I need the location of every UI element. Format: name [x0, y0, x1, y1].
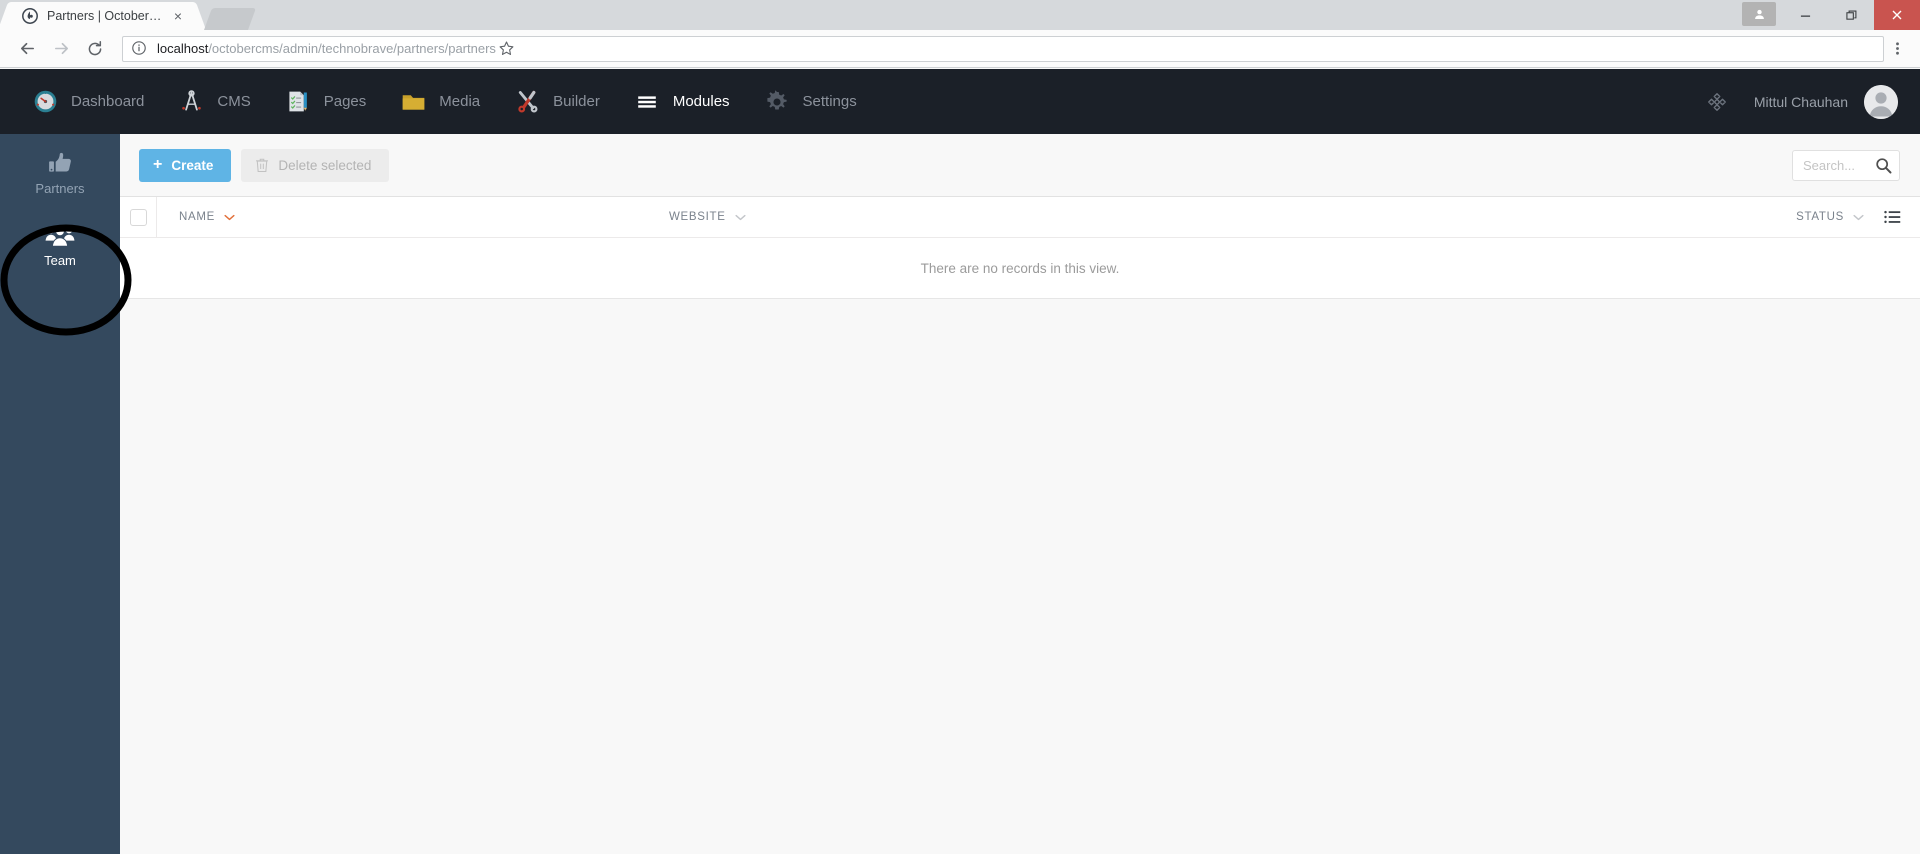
records-table: NAME WEBSITE STATUS There are no records… [120, 196, 1920, 299]
column-header-name[interactable]: NAME [157, 197, 669, 238]
browser-menu-icon[interactable] [1884, 36, 1910, 62]
nav-item-settings-label: Settings [802, 93, 857, 110]
main-menu: Dashboard CMS Pages Media Builder Module… [0, 69, 873, 134]
gear-icon [762, 87, 792, 117]
empty-state-message: There are no records in this view. [920, 260, 1120, 276]
address-bar-url: localhost/octobercms/admin/technobrave/p… [157, 41, 496, 56]
site-info-icon[interactable] [131, 40, 149, 58]
folder-icon [398, 87, 428, 117]
browser-tab-bar: Partners | OctoberCMS × [0, 0, 1920, 30]
select-all-cell[interactable] [120, 196, 157, 238]
browser-profile-icon[interactable] [1742, 2, 1776, 26]
empty-state-row: There are no records in this view. [120, 238, 1920, 299]
window-minimize-button[interactable] [1782, 0, 1828, 30]
nav-item-modules[interactable]: Modules [616, 69, 746, 134]
create-button-label: Create [171, 157, 214, 173]
reload-icon[interactable] [78, 32, 112, 66]
trash-icon [255, 157, 269, 173]
chevron-down-icon [224, 214, 235, 221]
list-toolbar: + Create Delete selected [120, 134, 1920, 197]
nav-item-media-label: Media [439, 93, 481, 110]
hamburger-icon [632, 87, 662, 117]
chevron-down-icon [735, 214, 746, 221]
nav-item-settings[interactable]: Settings [746, 69, 873, 134]
new-tab-button[interactable] [203, 8, 257, 30]
search-input[interactable] [1803, 157, 1874, 173]
nav-item-builder[interactable]: Builder [496, 69, 616, 134]
group-people-icon [45, 218, 75, 248]
sidebar-item-team-label: Team [44, 252, 76, 268]
nav-item-cms[interactable]: CMS [160, 69, 266, 134]
topnav-right-group: Mittul Chauhan [1704, 84, 1920, 119]
topnav-username: Mittul Chauhan [1753, 93, 1848, 110]
column-header-status[interactable]: STATUS [1796, 197, 1864, 238]
column-header-name-label: NAME [179, 211, 216, 223]
tools-icon [512, 87, 542, 117]
nav-item-pages-label: Pages [323, 93, 367, 110]
window-maximize-button[interactable] [1828, 0, 1874, 30]
bookmark-star-icon[interactable] [496, 38, 518, 60]
column-settings-icon[interactable] [1864, 210, 1920, 224]
speedometer-icon [30, 87, 60, 117]
sidebar-item-partners[interactable]: Partners [0, 134, 120, 206]
nav-item-dashboard-label: Dashboard [71, 93, 145, 110]
delete-selected-button[interactable]: Delete selected [241, 148, 390, 182]
address-bar[interactable]: localhost/octobercms/admin/technobrave/p… [122, 35, 1884, 62]
user-avatar[interactable] [1864, 84, 1898, 119]
thumbs-up-icon [47, 146, 74, 176]
select-all-checkbox[interactable] [129, 208, 147, 226]
nav-item-builder-label: Builder [553, 93, 600, 110]
close-icon[interactable]: × [170, 8, 186, 24]
window-controls [1742, 0, 1920, 30]
address-path: /octobercms/admin/technobrave/partners/p… [208, 41, 496, 56]
column-header-status-label: STATUS [1796, 211, 1844, 223]
nav-item-dashboard[interactable]: Dashboard [14, 69, 160, 134]
nav-item-pages[interactable]: Pages [267, 69, 383, 134]
browser-tab[interactable]: Partners | OctoberCMS × [10, 2, 194, 30]
document-pencil-icon [283, 87, 313, 117]
address-host: localhost [157, 41, 209, 56]
nav-item-cms-label: CMS [217, 93, 251, 110]
sidebar-item-team[interactable]: Team [0, 206, 120, 278]
column-header-website[interactable]: WEBSITE [669, 197, 1759, 238]
forward-icon [44, 32, 78, 66]
secondary-sidebar: Partners Team [0, 134, 120, 854]
nav-item-media[interactable]: Media [382, 69, 496, 134]
cms-main-navigation: Dashboard CMS Pages Media Builder Module… [0, 69, 1920, 134]
column-header-website-label: WEBSITE [669, 211, 726, 223]
nav-item-modules-label: Modules [672, 93, 730, 110]
back-icon[interactable] [10, 32, 44, 66]
browser-tab-title: Partners | OctoberCMS [47, 9, 170, 23]
browser-toolbar: localhost/octobercms/admin/technobrave/p… [0, 30, 1920, 68]
create-button[interactable]: + Create [139, 148, 232, 182]
octobercms-favicon [22, 8, 38, 24]
compass-divider-icon [176, 87, 206, 117]
plus-icon: + [153, 156, 163, 173]
chevron-down-icon [1853, 214, 1864, 221]
delete-selected-label: Delete selected [278, 157, 372, 173]
table-header-row: NAME WEBSITE STATUS [120, 196, 1920, 238]
search-box[interactable] [1792, 149, 1900, 181]
window-close-button[interactable] [1874, 0, 1920, 30]
search-icon[interactable] [1874, 156, 1892, 174]
crosshair-icon[interactable] [1704, 89, 1730, 115]
main-content: + Create Delete selected Search... NAME … [120, 134, 1920, 854]
sidebar-item-partners-label: Partners [35, 180, 85, 196]
